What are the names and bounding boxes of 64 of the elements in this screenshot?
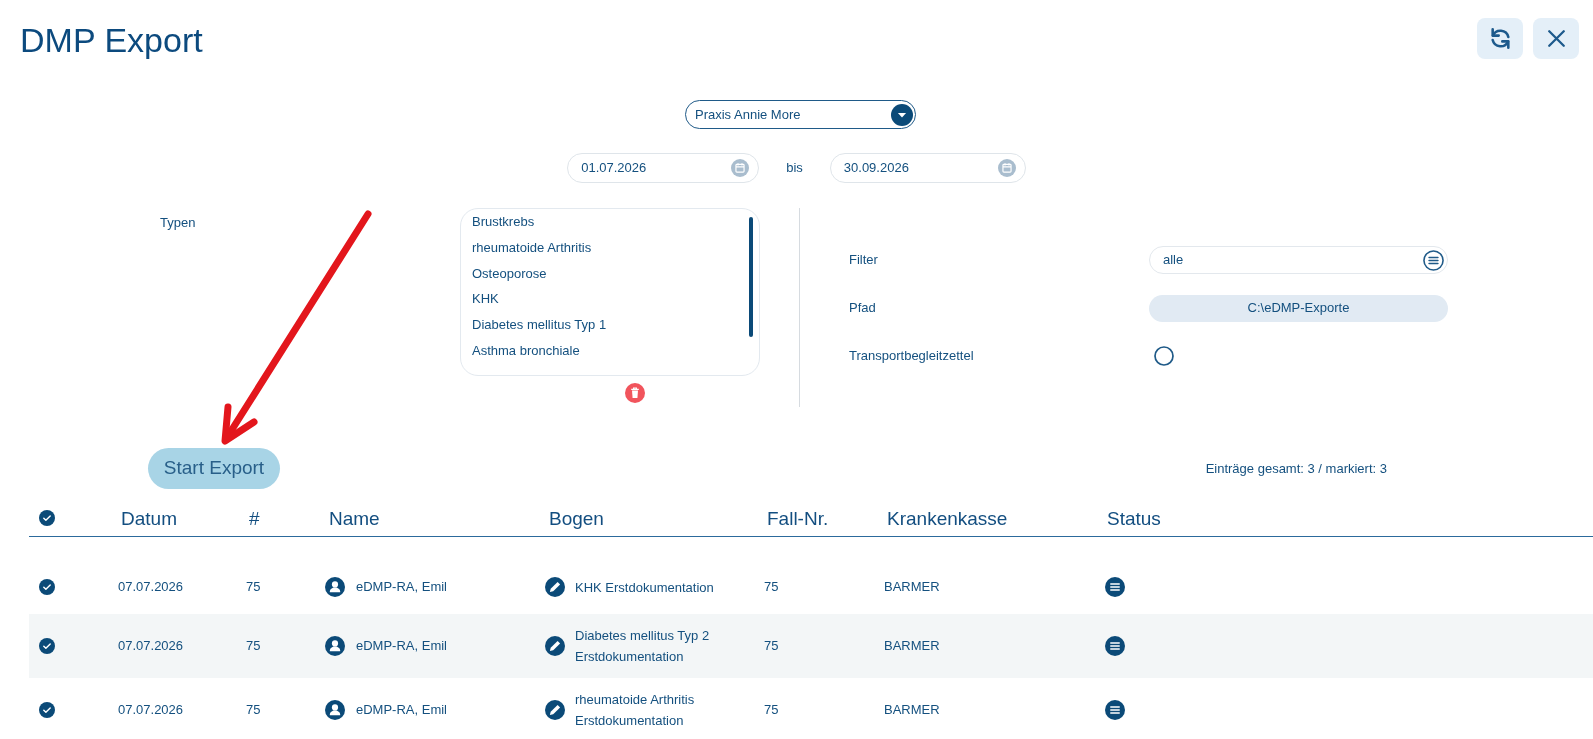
column-header[interactable]: Krankenkasse bbox=[878, 508, 1008, 530]
insurer-cell-text: BARMER bbox=[883, 578, 940, 596]
close-icon bbox=[1547, 30, 1565, 47]
pencil-icon[interactable] bbox=[545, 577, 565, 597]
type-list-item[interactable]: KHK bbox=[472, 286, 499, 313]
user-icon[interactable] bbox=[325, 577, 345, 597]
path-field[interactable]: C:\eDMP-Exporte bbox=[1149, 294, 1448, 322]
status-list-icon[interactable] bbox=[1105, 636, 1125, 656]
column-header[interactable]: Datum bbox=[112, 508, 177, 530]
type-list-item[interactable]: Asthma bronchiale bbox=[472, 338, 580, 364]
refresh-icon bbox=[1489, 28, 1511, 49]
list-icon[interactable] bbox=[1423, 249, 1444, 271]
column-header[interactable]: # bbox=[240, 508, 260, 530]
row-checkbox[interactable] bbox=[39, 579, 55, 595]
start-export-button[interactable]: Start Export bbox=[148, 448, 280, 489]
insurer-cell-text: BARMER bbox=[883, 701, 940, 719]
radio-button[interactable] bbox=[1154, 346, 1174, 366]
column-header[interactable]: Status bbox=[1098, 508, 1161, 530]
date-cell-text: 07.07.2026 bbox=[117, 637, 184, 655]
page-title: DMP Export bbox=[20, 20, 203, 60]
user-icon[interactable] bbox=[325, 636, 345, 656]
column-header[interactable]: Bogen bbox=[540, 508, 604, 530]
column-header[interactable]: Fall-Nr. bbox=[758, 508, 829, 530]
trash-icon[interactable] bbox=[625, 383, 645, 403]
date-cell-text: 07.07.2026 bbox=[117, 578, 184, 596]
types-list[interactable]: Brustkrebs rheumatoide Arthritis Osteoporose KHK Diabetes mellitus Typ 1 Asthma bronchiale bbox=[460, 208, 760, 376]
caret-down-icon[interactable] bbox=[891, 103, 913, 126]
insurer-cell-text: BARMER bbox=[883, 637, 940, 655]
form-name: KHK Erstdokumentation bbox=[575, 578, 714, 597]
entries-summary: Einträge gesamt: 3 / markiert: 3 bbox=[1205, 459, 1387, 478]
case-number-cell-text: 75 bbox=[763, 578, 779, 596]
setting-label: Transportbegleitzettel bbox=[849, 348, 974, 364]
pencil-icon[interactable] bbox=[545, 636, 565, 656]
practice-select[interactable]: Praxis Annie More bbox=[685, 100, 916, 129]
type-list-item[interactable]: Osteoporose bbox=[472, 260, 547, 287]
select-all-checkbox[interactable] bbox=[39, 510, 55, 526]
patient-name[interactable]: eDMP-RA, Emil bbox=[356, 636, 447, 656]
pencil-icon[interactable] bbox=[545, 700, 565, 720]
number-cell-text: 75 bbox=[245, 701, 261, 719]
close-button[interactable] bbox=[1533, 18, 1579, 59]
date-range-separator: bis bbox=[786, 159, 803, 178]
scrollbar-thumb[interactable] bbox=[749, 217, 753, 337]
type-list-item[interactable]: Brustkrebs bbox=[472, 209, 535, 235]
status-list-icon[interactable] bbox=[1105, 700, 1125, 720]
case-number-cell-text: 75 bbox=[763, 701, 779, 719]
patient-name[interactable]: eDMP-RA, Emil bbox=[356, 577, 447, 597]
case-number-cell-text: 75 bbox=[763, 637, 779, 655]
type-list-item[interactable]: rheumatoide Arthritis bbox=[472, 234, 592, 261]
row-checkbox[interactable] bbox=[39, 702, 55, 718]
refresh-button[interactable] bbox=[1477, 18, 1523, 59]
column-header[interactable]: Name bbox=[320, 508, 380, 530]
number-cell-text: 75 bbox=[245, 578, 261, 596]
number-cell-text: 75 bbox=[245, 637, 261, 655]
setting-label: Pfad bbox=[849, 300, 876, 316]
row-checkbox[interactable] bbox=[39, 638, 55, 654]
form-name: rheumatoide Arthritis Erstdokumentation bbox=[575, 691, 696, 730]
type-list-item[interactable]: Diabetes mellitus Typ 1 bbox=[472, 312, 607, 338]
user-icon[interactable] bbox=[325, 700, 345, 720]
types-label: Typen bbox=[160, 215, 196, 230]
date-cell-text: 07.07.2026 bbox=[117, 701, 184, 719]
setting-label: Filter bbox=[849, 252, 878, 268]
status-list-icon[interactable] bbox=[1105, 577, 1125, 597]
patient-name[interactable]: eDMP-RA, Emil bbox=[356, 700, 447, 720]
form-name: Diabetes mellitus Typ 2 Erstdokumentation bbox=[575, 627, 711, 666]
